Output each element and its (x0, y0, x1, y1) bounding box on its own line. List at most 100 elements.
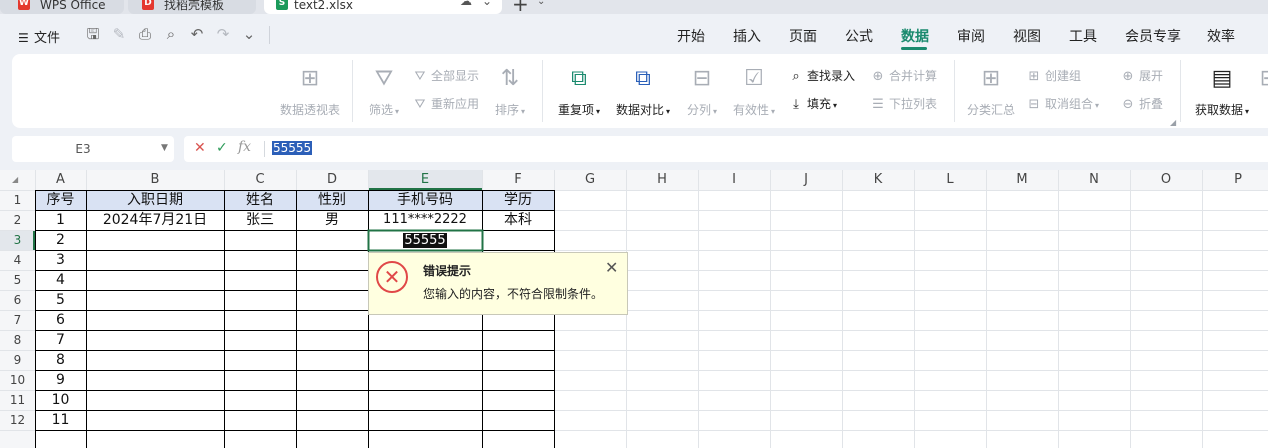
duplicates-button[interactable]: ⧉ 重复项 ▾ (554, 66, 604, 118)
collapse-button[interactable]: ⊖ 折叠 (1120, 96, 1163, 113)
print-icon[interactable]: ⎙ (136, 25, 154, 43)
validation-button[interactable]: ☑ 有效性 ▾ (728, 66, 780, 118)
formula-input[interactable]: 55555 (272, 141, 313, 155)
file-menu[interactable]: ☰ 文件 (18, 27, 60, 46)
create-group-button[interactable]: ⊞ 创建组 (1026, 68, 1081, 85)
table-cell[interactable]: 3 (35, 250, 86, 270)
cloud-sync-icon[interactable]: ☁ (460, 0, 472, 7)
row-header[interactable]: 1 (0, 190, 35, 210)
pivot-table-button[interactable]: ⊞ 数据透视表 (278, 66, 342, 118)
table-cell[interactable]: 男 (296, 210, 368, 230)
tab-page[interactable]: 页面 (789, 26, 817, 46)
table-cell[interactable]: 11 (35, 410, 86, 430)
tab-formula[interactable]: 公式 (845, 26, 873, 46)
tab-member[interactable]: 会员专享 (1125, 26, 1181, 46)
table-cell[interactable]: 2024年7月21日 (86, 210, 224, 230)
more-chevron-icon[interactable]: ⌄ (240, 25, 258, 43)
table-header-cell[interactable]: 姓名 (224, 190, 296, 210)
insert-function-icon[interactable]: fx (238, 139, 251, 155)
column-header-k[interactable]: K (842, 170, 914, 190)
ungroup-button[interactable]: ⊟ 取消组合 ▾ (1026, 96, 1099, 114)
table-cell[interactable]: 2 (35, 230, 86, 250)
column-header-b[interactable]: B (86, 170, 224, 190)
column-header-c[interactable]: C (224, 170, 296, 190)
active-cell-editor[interactable]: 55555 (368, 230, 482, 250)
column-header-m[interactable]: M (986, 170, 1058, 190)
row-header[interactable]: 8 (0, 330, 35, 350)
column-header-f[interactable]: F (482, 170, 554, 190)
ribbon-launcher-icon[interactable]: ◢ (1170, 118, 1176, 127)
formula-bar[interactable]: ✕ ✓ fx 55555 (184, 136, 1268, 162)
tab-spreadsheet[interactable]: S text2.xlsx ☁ ⌄ (264, 0, 502, 14)
column-header-e[interactable]: E (368, 170, 482, 190)
table-header-cell[interactable]: 序号 (35, 190, 86, 210)
tab-insert[interactable]: 插入 (733, 26, 761, 46)
tab-wps-office[interactable]: W WPS Office (0, 0, 124, 14)
table-cell[interactable]: 9 (35, 370, 86, 390)
column-header-o[interactable]: O (1130, 170, 1202, 190)
table-header-cell[interactable]: 性别 (296, 190, 368, 210)
row-header[interactable]: 4 (0, 250, 35, 270)
column-header-l[interactable]: L (914, 170, 986, 190)
table-cell[interactable]: 本科 (482, 210, 554, 230)
row-header[interactable]: 12 (0, 410, 35, 430)
column-header-h[interactable]: H (626, 170, 698, 190)
column-header-p[interactable]: P (1202, 170, 1268, 190)
row-header[interactable]: 2 (0, 210, 35, 230)
spreadsheet-grid[interactable]: A B C D E F G H I J K L M N O P ◢ 1 2 3 … (0, 170, 1268, 448)
confirm-icon[interactable]: ✓ (216, 140, 228, 156)
row-header[interactable]: 6 (0, 290, 35, 310)
filter-button[interactable]: ⛛ 筛选 ▾ (364, 66, 404, 118)
table-cell[interactable]: 张三 (224, 210, 296, 230)
dropdown-list-button[interactable]: ☰ 下拉列表 (870, 96, 937, 113)
column-header-i[interactable]: I (698, 170, 770, 190)
row-header[interactable]: 3 (0, 230, 35, 250)
select-all-corner-icon[interactable]: ◢ (12, 175, 18, 184)
table-header-cell[interactable]: 入职日期 (86, 190, 224, 210)
tab-menu-chevron-icon[interactable]: ⌄ (482, 0, 492, 7)
find-entry-button[interactable]: ⌕ 查找录入 (788, 68, 855, 85)
table-cell[interactable]: 7 (35, 330, 86, 350)
close-icon[interactable]: ✕ (605, 258, 618, 277)
show-all-button[interactable]: ⛛ 全部显示 (412, 68, 479, 85)
name-box[interactable]: E3 ▼ (12, 136, 174, 162)
tab-efficiency[interactable]: 效率 (1207, 26, 1235, 46)
save-icon[interactable]: 🖫 (84, 25, 102, 43)
tab-review[interactable]: 审阅 (957, 26, 985, 46)
tab-template[interactable]: D 找稻壳模板 (128, 0, 256, 14)
row-header[interactable]: 9 (0, 350, 35, 370)
column-header-n[interactable]: N (1058, 170, 1130, 190)
sort-button[interactable]: ⇅ 排序 ▾ (490, 66, 530, 118)
expand-button[interactable]: ⊕ 展开 (1120, 68, 1163, 85)
row-header[interactable]: 11 (0, 390, 35, 410)
print-preview-icon[interactable]: ⌕ (162, 25, 180, 43)
table-header-cell[interactable]: 学历 (482, 190, 554, 210)
fill-button[interactable]: ⤓ 填充 ▾ (788, 96, 837, 114)
row-header[interactable]: 10 (0, 370, 35, 390)
new-tab-dropdown-icon[interactable]: ⌄ (537, 0, 545, 7)
column-header-j[interactable]: J (770, 170, 842, 190)
chevron-down-icon[interactable]: ▼ (161, 143, 168, 153)
column-header-d[interactable]: D (296, 170, 368, 190)
tab-view[interactable]: 视图 (1013, 26, 1041, 46)
row-header[interactable]: 7 (0, 310, 35, 330)
table-header-cell[interactable]: 手机号码 (368, 190, 482, 210)
redo-icon[interactable]: ↷ (214, 25, 232, 43)
new-tab-plus-icon[interactable]: + (512, 0, 529, 14)
format-painter-icon[interactable]: ✎ (110, 25, 128, 43)
data-compare-button[interactable]: ⧉ 数据对比 ▾ (612, 66, 674, 118)
column-header-a[interactable]: A (35, 170, 86, 190)
tab-data[interactable]: 数据 (901, 26, 929, 46)
table-cell[interactable]: 8 (35, 350, 86, 370)
consolidate-button[interactable]: ⊕ 合并计算 (870, 68, 937, 85)
tab-home[interactable]: 开始 (677, 26, 705, 46)
undo-icon[interactable]: ↶ (188, 25, 206, 43)
cancel-icon[interactable]: ✕ (194, 140, 206, 156)
table-cell[interactable]: 6 (35, 310, 86, 330)
get-data-button[interactable]: ▤ 获取数据 ▾ (1190, 66, 1254, 118)
table-cell[interactable]: 111****2222 (368, 210, 482, 230)
split-column-button[interactable]: ⊟ 分列 ▾ (682, 66, 722, 118)
subtotal-button[interactable]: ⊞ 分类汇总 (966, 66, 1016, 118)
more-ribbon-icon[interactable]: ⊞ (1256, 66, 1268, 92)
table-cell[interactable]: 1 (35, 210, 86, 230)
